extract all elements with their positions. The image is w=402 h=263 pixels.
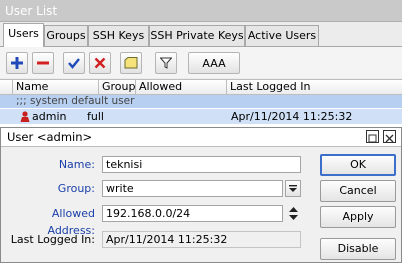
tab-users[interactable]: Users	[3, 23, 44, 47]
comment-button[interactable]	[120, 52, 142, 74]
allowed-address-field[interactable]: 192.168.0.0/24	[102, 205, 283, 222]
user-table: Name Group Allowed Address Last Logged I…	[0, 79, 402, 127]
cell-last-logged-in: Apr/11/2014 11:25:32	[231, 110, 353, 123]
apply-button[interactable]: Apply	[320, 206, 396, 228]
dialog-title-bar: User <admin>	[1, 128, 401, 147]
tab-ssh-private-keys[interactable]: SSH Private Keys	[149, 25, 245, 46]
cell-name: admin	[32, 110, 67, 123]
dialog-title: User <admin>	[7, 130, 93, 144]
maximize-icon[interactable]	[366, 130, 379, 143]
up-down-arrows-icon	[289, 207, 298, 220]
column-header-group[interactable]: Group	[99, 80, 136, 95]
last-logged-in-label: Last Logged In:	[10, 233, 95, 246]
group-comment-row[interactable]: ;;; system default user	[0, 95, 402, 108]
disable-button[interactable]: Disable	[320, 238, 396, 260]
minus-icon	[37, 61, 49, 65]
tab-groups[interactable]: Groups	[44, 25, 88, 46]
close-icon[interactable]	[383, 130, 396, 143]
tab-active-users[interactable]: Active Users	[245, 25, 319, 46]
tab-ssh-keys[interactable]: SSH Keys	[88, 25, 149, 46]
column-header-allowed-address[interactable]: Allowed Address	[136, 80, 227, 107]
name-field[interactable]: teknisi	[102, 156, 301, 173]
toolbar: AAA	[0, 47, 402, 78]
table-corner	[0, 80, 13, 95]
column-header-name[interactable]: Name	[13, 80, 99, 95]
plus-icon	[11, 57, 23, 69]
add-button[interactable]	[6, 52, 28, 74]
dropdown-arrow-icon	[289, 185, 297, 192]
cell-group: full	[87, 110, 104, 123]
tab-bar: Users Groups SSH Keys SSH Private Keys A…	[0, 23, 402, 47]
column-header-last-logged-in[interactable]: Last Logged In	[227, 80, 402, 95]
note-icon	[124, 57, 138, 69]
group-select[interactable]: write	[102, 180, 283, 197]
table-row[interactable]: admin full Apr/11/2014 11:25:32	[0, 109, 402, 124]
user-dialog: User <admin> Name: teknisi Group: write …	[0, 127, 402, 263]
allowed-address-spinner[interactable]	[286, 205, 301, 222]
cancel-button[interactable]: Cancel	[320, 180, 396, 202]
group-label: Group:	[57, 182, 95, 195]
filter-icon	[160, 57, 172, 69]
last-logged-in-field: Apr/11/2014 11:25:32	[102, 231, 301, 248]
cross-icon	[94, 57, 106, 69]
enable-button[interactable]	[63, 52, 85, 74]
filter-button[interactable]	[155, 52, 177, 74]
window-title: User List	[0, 0, 402, 22]
allowed-address-label: Allowed Address:	[47, 207, 95, 237]
group-dropdown-button[interactable]	[285, 180, 301, 197]
user-icon	[20, 111, 30, 123]
remove-button[interactable]	[32, 52, 54, 74]
name-label: Name:	[58, 158, 95, 171]
aaa-button[interactable]: AAA	[188, 52, 240, 74]
check-icon	[68, 58, 80, 69]
ok-button[interactable]: OK	[320, 154, 396, 176]
disable-toolbar-button[interactable]	[89, 52, 111, 74]
